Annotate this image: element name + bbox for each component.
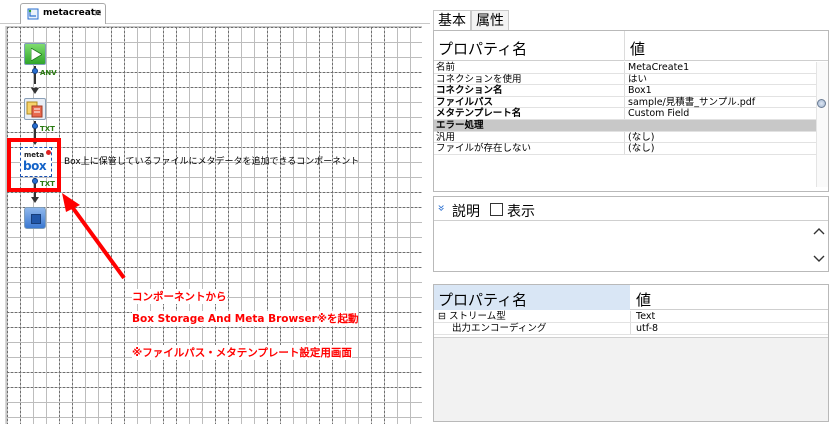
chevron-down-icon[interactable]: » — [435, 204, 449, 211]
property-row[interactable]: メタテンプレート名 Custom Field — [434, 108, 818, 120]
annotation-line-1: コンポーネントから — [132, 289, 227, 304]
property-row[interactable]: 汎用 (なし) — [434, 131, 818, 144]
chevron-up-icon[interactable] — [813, 227, 825, 235]
property-key: コネクションを使用 — [436, 73, 522, 85]
property-key[interactable]: ⊟ ストリーム型 — [438, 311, 506, 323]
app-window: metacreate × ANV TXT meta box TXT Box上に保… — [0, 0, 832, 424]
annotation-arrow-icon — [62, 193, 126, 280]
property-key: コネクション名 — [436, 85, 503, 97]
property-value[interactable]: (なし) — [628, 132, 654, 143]
stream-property-rows: ⊟ ストリーム型 Text 出力エンコーディング utf-8 — [434, 311, 828, 335]
description-label: 説明 — [452, 204, 480, 220]
flow-editor: metacreate × ANV TXT meta box TXT Box上に保… — [0, 0, 430, 424]
stream-property-table: プロパティ名 値 ⊟ ストリーム型 Text 出力エンコーディング utf-8 — [433, 284, 829, 422]
property-key: 名前 — [436, 62, 456, 73]
show-checkbox[interactable] — [490, 203, 503, 216]
property-row[interactable]: ファイルが存在しない (なし) — [434, 143, 818, 155]
property-value[interactable]: MetaCreate1 — [628, 62, 689, 73]
property-key: ファイルが存在しない — [436, 143, 532, 155]
stream-property-row[interactable]: 出力エンコーディング utf-8 — [434, 323, 828, 335]
column-divider[interactable] — [624, 31, 625, 61]
empty-area — [434, 337, 828, 421]
chevron-down-icon[interactable] — [813, 255, 825, 263]
property-value[interactable]: Custom Field — [628, 108, 689, 119]
annotation-line-2: Box Storage And Meta Browser※を起動 — [132, 311, 359, 326]
property-value[interactable]: sample/見積書_サンプル.pdf — [628, 97, 755, 108]
property-value[interactable]: utf-8 — [636, 323, 658, 335]
property-key: 汎用 — [436, 131, 456, 143]
inspector-panel: 基本 属性 プロパティ名 値 名前 MetaCreate1 コネクションを使用 はい… — [430, 0, 832, 424]
property-row[interactable]: ファイルパス sample/見積書_サンプル.pdf — [434, 96, 818, 109]
column-header-value[interactable]: 値 — [630, 38, 645, 59]
property-value[interactable]: Text — [636, 311, 655, 323]
property-value[interactable]: (なし) — [628, 143, 654, 154]
column-header-value[interactable]: 値 — [636, 289, 651, 310]
tab-attributes[interactable]: 属性 — [471, 10, 509, 30]
column-header-name[interactable]: プロパティ名 — [438, 38, 527, 59]
property-value[interactable]: はい — [628, 74, 647, 85]
description-header: » 説明 表示 — [434, 197, 828, 221]
property-value[interactable]: Box1 — [628, 85, 652, 96]
annotation-line-3: ※ファイルパス・メタテンプレート設定用画面 — [132, 345, 352, 360]
description-panel: » 説明 表示 — [433, 196, 829, 272]
property-table: プロパティ名 値 名前 MetaCreate1 コネクションを使用 はい コネクショ… — [433, 30, 829, 192]
property-key: メタテンプレート名 — [436, 108, 522, 120]
property-row[interactable]: 名前 MetaCreate1 — [434, 62, 818, 74]
property-rows: 名前 MetaCreate1 コネクションを使用 はい コネクション名 Box1 ファ… — [434, 62, 818, 155]
property-key: 出力エンコーディング — [452, 323, 547, 334]
property-table-header: プロパティ名 値 — [434, 31, 828, 61]
tab-basic[interactable]: 基本 — [433, 10, 471, 30]
property-key: ファイルパス — [436, 96, 494, 108]
stream-table-header: プロパティ名 値 — [434, 285, 828, 310]
show-label: 表示 — [507, 204, 535, 220]
property-section[interactable]: エラー処理 — [434, 119, 818, 132]
property-scrollbar[interactable] — [816, 62, 828, 187]
stream-property-row[interactable]: ⊟ ストリーム型 Text — [434, 311, 828, 323]
browse-icon[interactable] — [817, 99, 826, 108]
section-label: エラー処理 — [436, 119, 484, 131]
property-row[interactable]: コネクションを使用 はい — [434, 73, 818, 86]
property-row[interactable]: コネクション名 Box1 — [434, 85, 818, 97]
column-header-name[interactable]: プロパティ名 — [438, 289, 527, 310]
